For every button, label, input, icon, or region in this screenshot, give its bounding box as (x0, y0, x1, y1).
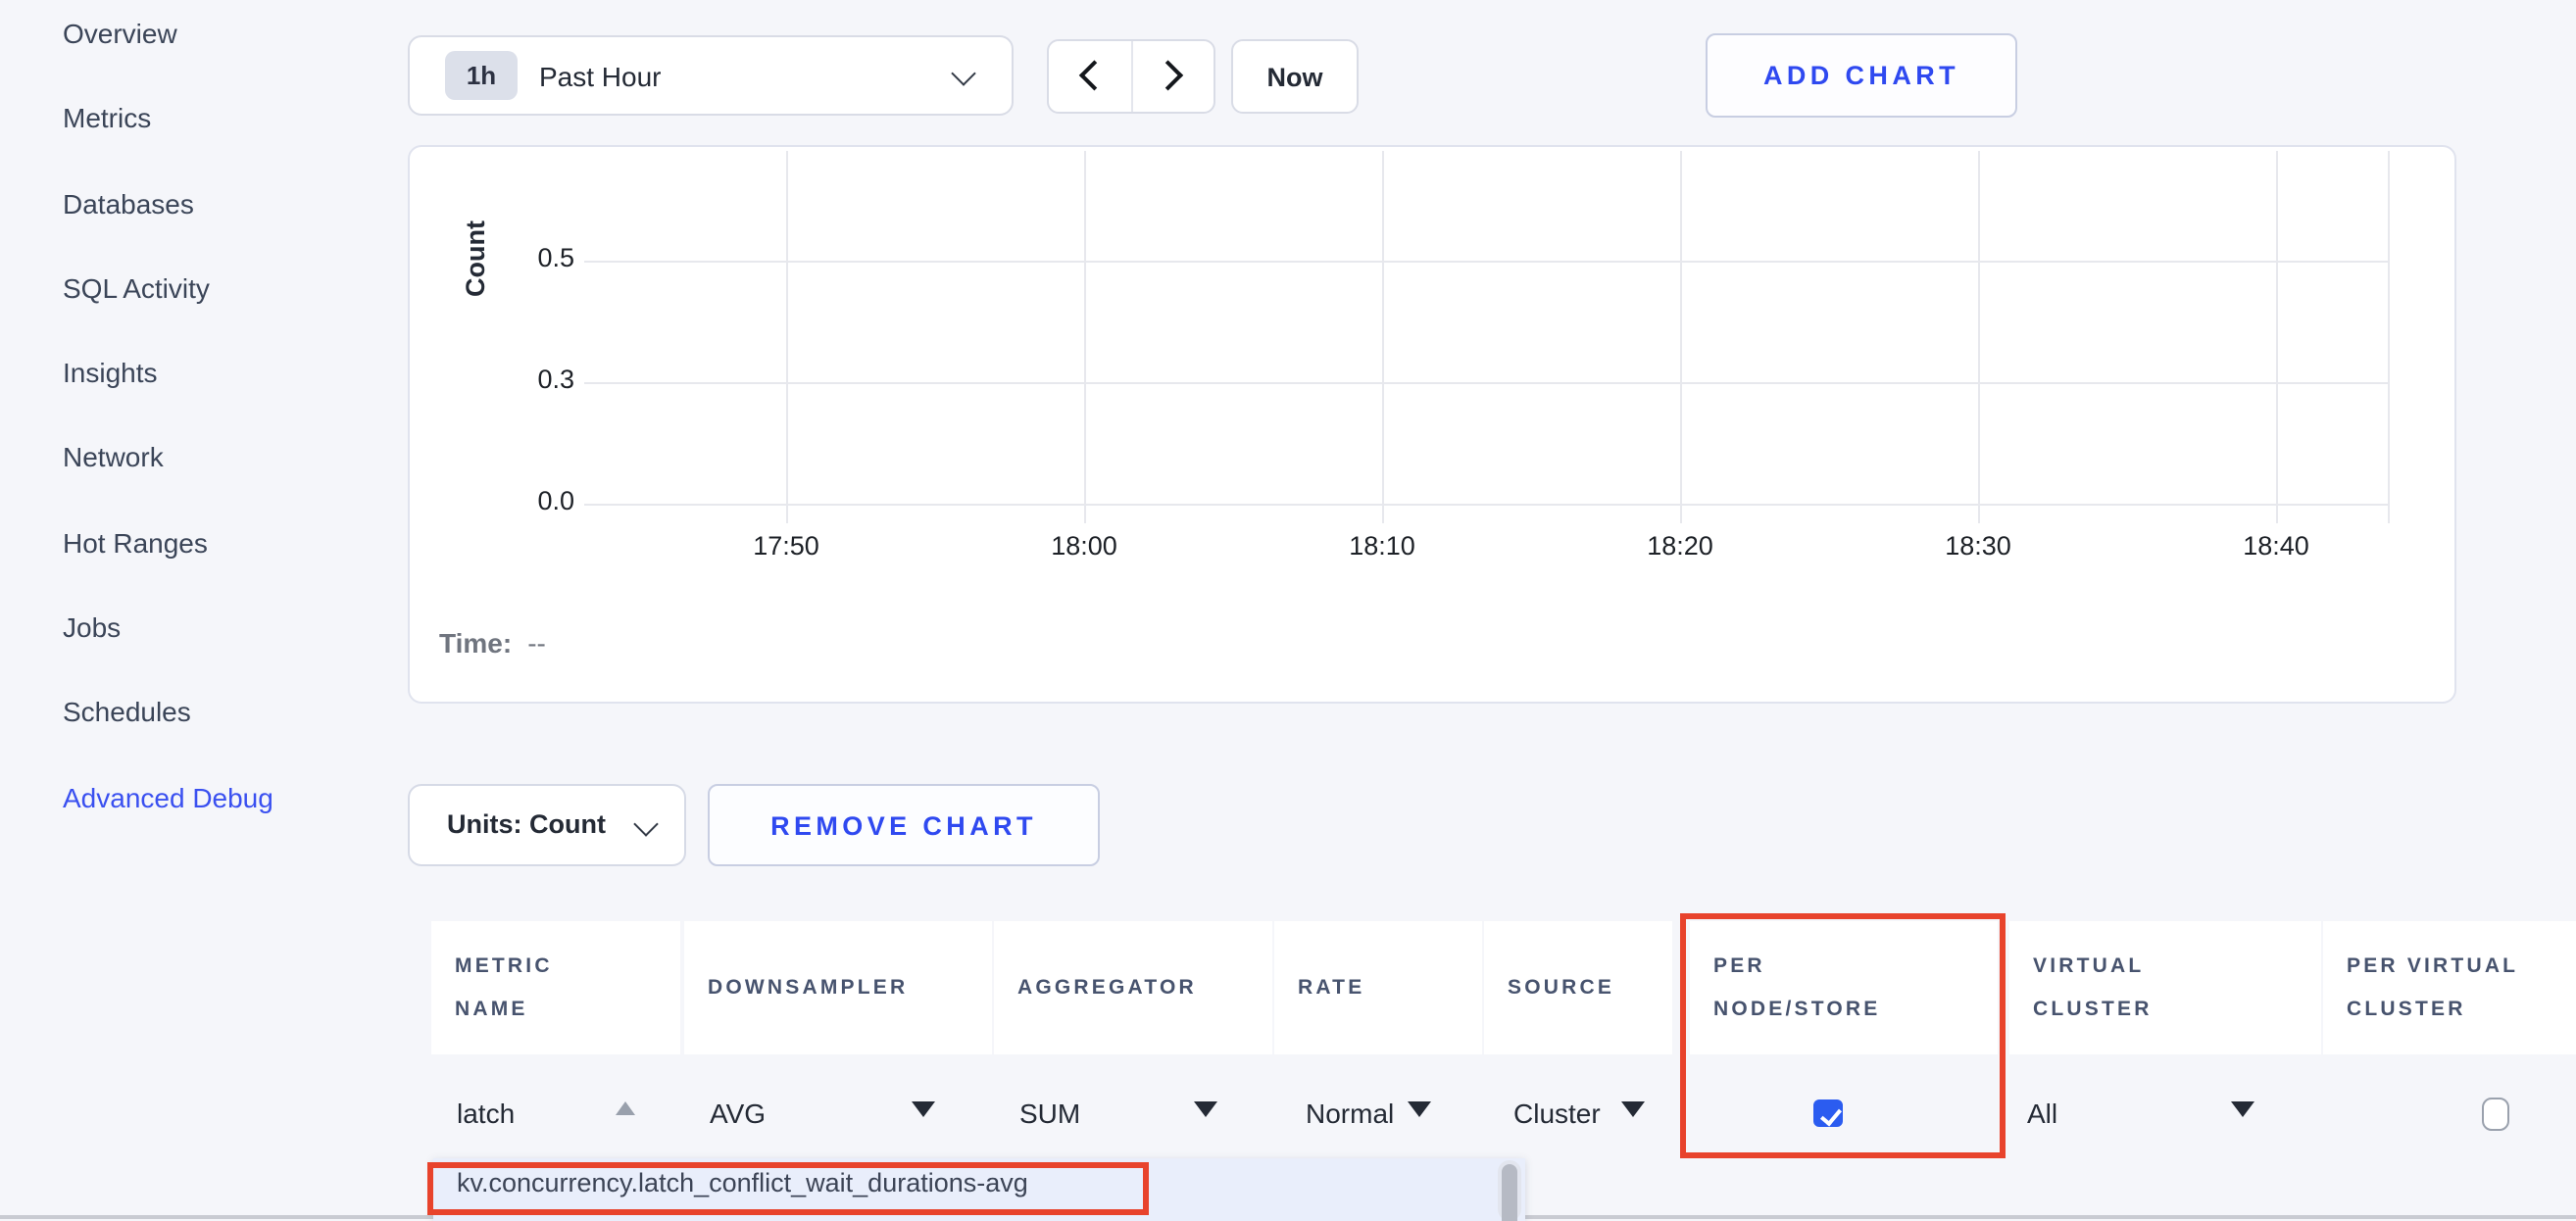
dropdown-open-arrow-icon[interactable] (616, 1101, 635, 1115)
column-header-virtual-cluster: VIRTUAL CLUSTER (2009, 921, 2321, 1054)
y-tick-label: 0.0 (480, 486, 574, 515)
virtual-cluster-dropdown[interactable]: All (2027, 1094, 2057, 1133)
column-header-source: SOURCE (1484, 921, 1672, 1054)
per-node-store-checkbox[interactable] (1813, 1099, 1843, 1127)
caret-down-icon[interactable] (2231, 1101, 2254, 1117)
sidebar-item-insights[interactable]: Insights (63, 353, 273, 392)
sidebar-item-hot-ranges[interactable]: Hot Ranges (63, 523, 273, 562)
x-tick-label: 17:50 (723, 531, 849, 561)
sidebar-item-sql-activity[interactable]: SQL Activity (63, 269, 273, 308)
v-gridline (786, 151, 788, 523)
x-tick-label: 18:40 (2213, 531, 2339, 561)
metric-suggestions-panel: kv.concurrency.latch_conflict_wait_durat… (433, 1158, 1525, 1221)
chevron-down-icon (951, 61, 975, 85)
metric-name-input[interactable]: latch (457, 1094, 515, 1133)
source-dropdown[interactable]: Cluster (1513, 1094, 1601, 1133)
time-range-dropdown[interactable]: 1h Past Hour (408, 35, 1014, 116)
sidebar-item-overview[interactable]: Overview (63, 14, 273, 53)
sidebar-item-databases[interactable]: Databases (63, 183, 273, 222)
sidebar-item-schedules[interactable]: Schedules (63, 693, 273, 732)
column-header-per-node-store: PER NODE/STORE (1690, 921, 1998, 1054)
rate-dropdown[interactable]: Normal (1306, 1094, 1394, 1133)
column-header-per-virtual-cluster: PER VIRTUAL CLUSTER (2323, 921, 2576, 1054)
sidebar-item-advanced-debug[interactable]: Advanced Debug (63, 777, 273, 816)
scrollbar[interactable] (1498, 1160, 1521, 1221)
column-header-rate: RATE (1274, 921, 1482, 1054)
y-tick-label: 0.5 (480, 242, 574, 271)
suggestion-item[interactable]: kv.concurrency.latch_conflict_wait_durat… (457, 1168, 1028, 1197)
h-gridline (584, 260, 2388, 262)
caret-down-icon[interactable] (1194, 1101, 1217, 1117)
chevron-down-icon (633, 811, 658, 836)
scrollbar-thumb[interactable] (1502, 1164, 1517, 1221)
time-value: -- (527, 627, 546, 659)
time-step-button-group (1047, 39, 1215, 114)
chevron-right-icon (1154, 60, 1184, 90)
y-tick-label: 0.3 (480, 364, 574, 393)
remove-chart-button[interactable]: REMOVE CHART (708, 784, 1100, 866)
x-tick-label: 18:10 (1319, 531, 1445, 561)
column-header-downsampler: DOWNSAMPLER (684, 921, 992, 1054)
now-button[interactable]: Now (1231, 39, 1359, 114)
chart-card: Count 0.50.30.017:5018:0018:1018:2018:30… (408, 145, 2456, 704)
caret-down-icon[interactable] (912, 1101, 935, 1117)
add-chart-button[interactable]: ADD CHART (1706, 33, 2017, 118)
v-gridline (1084, 151, 1086, 523)
sidebar-item-network[interactable]: Network (63, 438, 273, 477)
time-range-badge: 1h (445, 51, 518, 100)
x-tick-label: 18:30 (1915, 531, 2041, 561)
chevron-left-icon (1078, 60, 1109, 90)
chart-hover-time: Time: -- (439, 627, 546, 659)
per-virtual-cluster-checkbox[interactable] (2482, 1098, 2509, 1131)
advanced-debug-custom-chart-page: Overview Metrics Databases SQL Activity Insi… (0, 0, 2576, 1221)
sidebar-item-metrics[interactable]: Metrics (63, 99, 273, 138)
downsampler-dropdown[interactable]: AVG (710, 1094, 766, 1133)
v-gridline (1680, 151, 1682, 523)
prev-time-button[interactable] (1049, 41, 1132, 112)
time-key-label: Time: (439, 627, 512, 659)
chart-plot: 0.5 0.3 0.0 17:50 18:00 18:10 18:20 18:30 18:40 (410, 147, 2454, 702)
caret-down-icon[interactable] (1408, 1101, 1431, 1117)
sidebar: Overview Metrics Databases SQL Activity Insi… (63, 14, 273, 862)
h-gridline (584, 381, 2388, 383)
time-range-label: Past Hour (539, 60, 662, 91)
v-gridline (1978, 151, 1980, 523)
v-gridline (2276, 151, 2278, 523)
column-header-aggregator: AGGREGATOR (994, 921, 1272, 1054)
aggregator-dropdown[interactable]: SUM (1019, 1094, 1080, 1133)
sidebar-item-jobs[interactable]: Jobs (63, 608, 273, 647)
column-header-metric-name: METRIC NAME (431, 921, 680, 1054)
next-time-button[interactable] (1132, 41, 1214, 112)
v-gridline (1382, 151, 1384, 523)
x-tick-label: 18:00 (1021, 531, 1147, 561)
h-gridline (584, 504, 2388, 506)
caret-down-icon[interactable] (1621, 1101, 1645, 1117)
x-tick-label: 18:20 (1617, 531, 1743, 561)
v-gridline (2388, 151, 2390, 523)
units-dropdown-label: Units: Count (447, 786, 606, 864)
checkmark-icon (1819, 1102, 1841, 1125)
units-dropdown[interactable]: Units: Count (408, 784, 686, 866)
